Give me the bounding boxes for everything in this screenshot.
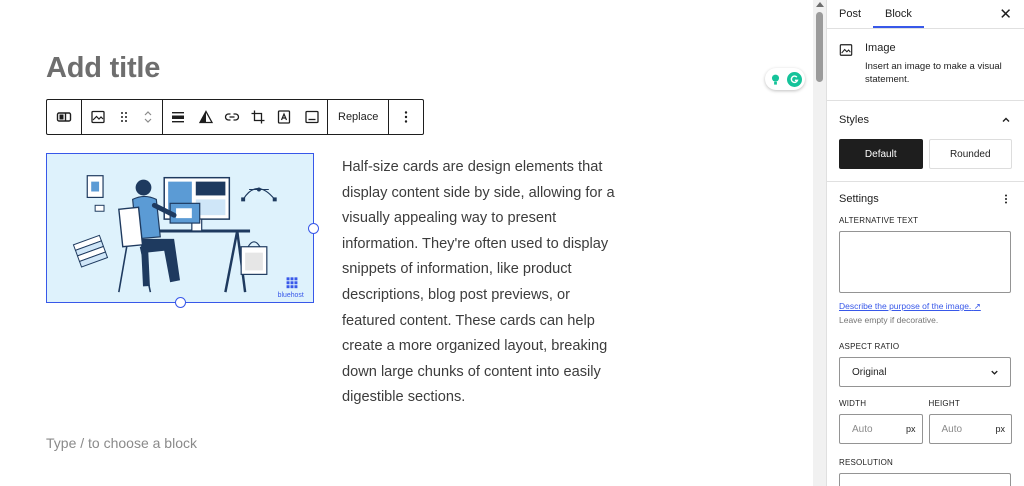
resolution-label: RESOLUTION xyxy=(839,458,894,467)
height-unit[interactable]: px xyxy=(995,424,1005,434)
width-column: WIDTH Auto px xyxy=(839,399,923,444)
style-options: Default Rounded xyxy=(839,139,1012,181)
post-title[interactable]: Add title xyxy=(46,52,160,85)
grammarly-widget[interactable] xyxy=(765,68,805,90)
scroll-up-icon[interactable] xyxy=(816,2,824,7)
duotone-icon[interactable] xyxy=(193,100,219,134)
move-up-down-icon[interactable] xyxy=(134,100,162,134)
width-label: WIDTH xyxy=(839,399,867,408)
drag-handle-icon[interactable] xyxy=(114,100,134,134)
style-rounded-button[interactable]: Rounded xyxy=(928,139,1012,169)
toolbar-group-more xyxy=(389,100,423,134)
grammarly-icon[interactable] xyxy=(786,71,802,87)
toolbar-group-replace: Replace xyxy=(328,100,390,134)
block-toolbar: Replace xyxy=(46,99,425,135)
image-watermark: bluehost xyxy=(278,292,304,299)
sidebar-tabs: Post Block ✕ xyxy=(827,0,1024,29)
describe-purpose-text: Describe the purpose of the image. xyxy=(839,301,972,311)
replace-button[interactable]: Replace xyxy=(328,100,388,134)
height-column: HEIGHT Auto px xyxy=(928,399,1012,444)
settings-heading: Settings xyxy=(839,193,879,205)
width-input[interactable]: Auto px xyxy=(839,414,923,444)
block-type-icon[interactable] xyxy=(47,100,81,134)
resize-handle-right[interactable] xyxy=(308,223,319,234)
toolbar-group-tools xyxy=(163,100,328,134)
styles-heading: Styles xyxy=(839,114,869,126)
lightbulb-icon[interactable] xyxy=(768,71,784,87)
aspect-ratio-select[interactable]: Original xyxy=(839,357,1011,387)
image-icon[interactable] xyxy=(82,100,114,134)
block-card-title: Image xyxy=(865,42,896,54)
toolbar-group-parent xyxy=(47,100,82,134)
resolution-select[interactable] xyxy=(839,473,1011,486)
block-appender[interactable]: Type / to choose a block xyxy=(46,435,197,451)
block-card-description: Insert an image to make a visual stateme… xyxy=(865,61,1002,85)
settings-panel-header: Settings xyxy=(839,182,1012,216)
settings-panel: Settings ALTERNATIVE TEXT Describe the p… xyxy=(827,182,1024,486)
caption-icon[interactable] xyxy=(297,100,327,134)
width-placeholder: Auto xyxy=(852,423,873,435)
height-placeholder: Auto xyxy=(941,423,963,435)
image-icon xyxy=(839,44,853,56)
paragraph-block[interactable]: Half-size cards are design elements that… xyxy=(342,155,617,411)
alt-text-input[interactable] xyxy=(839,231,1011,293)
alt-text-label: ALTERNATIVE TEXT xyxy=(839,216,919,225)
settings-sidebar: Post Block ✕ Image Insert an image to ma… xyxy=(826,0,1024,486)
chevron-up-icon[interactable] xyxy=(1000,114,1012,126)
more-options-icon[interactable] xyxy=(1000,193,1012,205)
image-block[interactable]: bluehost xyxy=(46,153,319,308)
resize-handle-bottom[interactable] xyxy=(175,297,186,308)
width-unit[interactable]: px xyxy=(906,424,916,434)
tab-post[interactable]: Post xyxy=(827,0,873,28)
chevron-down-icon xyxy=(991,370,998,375)
tab-block[interactable]: Block xyxy=(873,0,924,28)
toolbar-group-block xyxy=(82,100,163,134)
crop-icon[interactable] xyxy=(245,100,271,134)
styles-panel: Styles Default Rounded xyxy=(827,101,1024,182)
height-input[interactable]: Auto px xyxy=(928,414,1012,444)
dimensions-row: WIDTH Auto px HEIGHT Auto px xyxy=(839,399,1012,444)
more-options-icon[interactable] xyxy=(389,100,423,134)
editor-canvas: Add title Replace bluehost Half-size car… xyxy=(0,0,812,486)
style-default-button[interactable]: Default xyxy=(839,139,923,169)
text-overlay-icon[interactable] xyxy=(271,100,297,134)
describe-purpose-link[interactable]: Describe the purpose of the image. ↗ xyxy=(839,301,1012,312)
align-icon[interactable] xyxy=(163,100,193,134)
close-icon[interactable]: ✕ xyxy=(999,5,1012,23)
link-icon[interactable] xyxy=(219,100,245,134)
aspect-ratio-value: Original xyxy=(852,366,887,378)
external-link-icon: ↗ xyxy=(973,301,981,311)
styles-panel-header[interactable]: Styles xyxy=(839,101,1012,139)
scroll-thumb[interactable] xyxy=(816,12,823,82)
editor-scrollbar[interactable] xyxy=(813,0,826,486)
workspace-illustration: bluehost xyxy=(72,175,304,299)
height-label: HEIGHT xyxy=(928,399,960,408)
decorative-hint: Leave empty if decorative. xyxy=(839,315,939,325)
aspect-ratio-label: ASPECT RATIO xyxy=(839,342,900,351)
block-card: Image Insert an image to make a visual s… xyxy=(827,29,1024,101)
